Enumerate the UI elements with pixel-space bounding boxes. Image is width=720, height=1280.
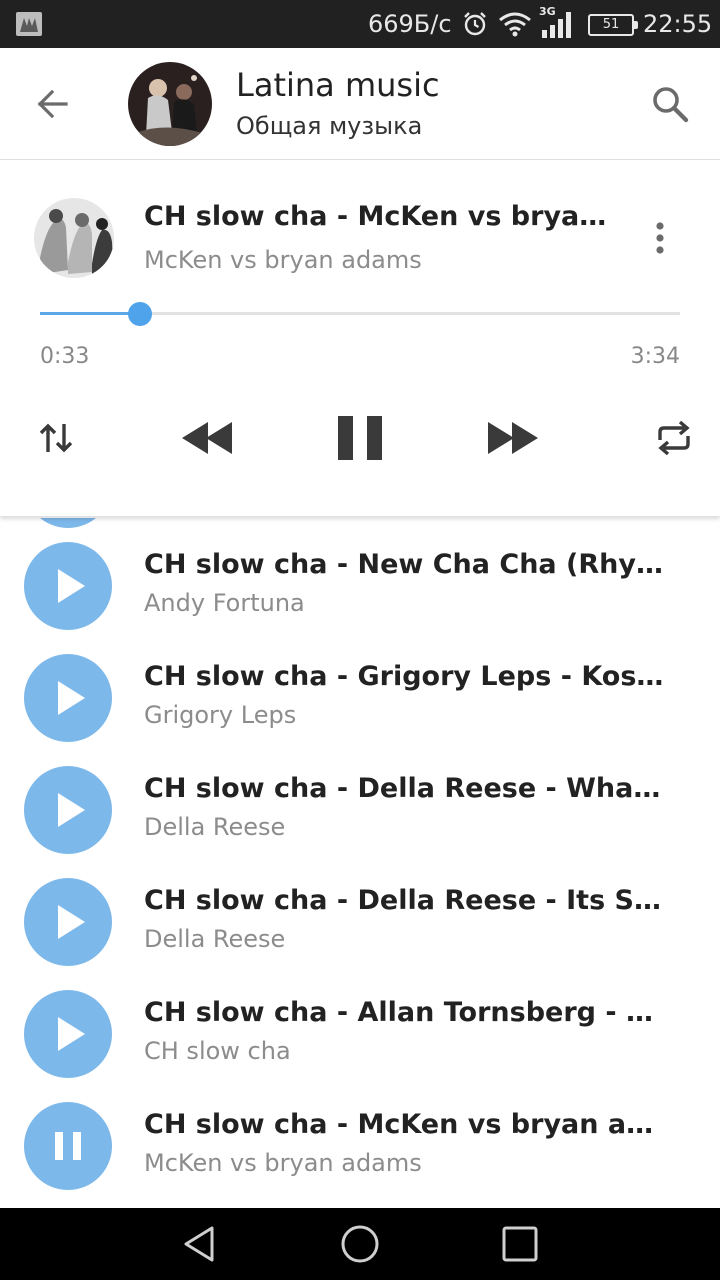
playlist-avatar [128,62,212,146]
system-nav-bar [0,1208,720,1280]
pause-icon [55,1132,81,1160]
music-player-screen: 669Б/с 3G 51 22:55 Latina music Общая му… [0,0,720,1280]
battery-icon: 51 [588,14,638,36]
seek-thumb[interactable] [127,302,152,326]
repeat-icon[interactable] [654,418,694,458]
play-icon [58,569,85,603]
signal-icon [542,12,571,38]
list-item-title: CH slow cha - McKen vs bryan adams [144,1109,664,1140]
list-item[interactable]: CH slow cha - Della Reese - Whatever Lol… [0,742,720,854]
more-vertical-icon[interactable] [640,218,680,258]
play-icon [58,1017,85,1051]
play-icon [58,905,85,939]
seek-progress [40,312,140,315]
list-item-artist: Grigory Leps [144,701,297,729]
play-button[interactable] [24,990,112,1078]
list-item[interactable]: CH slow cha - New Cha Cha (Rhythm of the… [0,518,720,630]
status-clock: 22:55 [643,10,713,38]
status-bar: 669Б/с 3G 51 22:55 [0,0,720,48]
alarm-icon [464,12,486,36]
play-button[interactable] [24,878,112,966]
list-item-title: CH slow cha - New Cha Cha (Rhythm of the… [144,549,664,580]
current-time: 0:33 [40,344,90,369]
list-item-title: CH slow cha - Grigory Leps - Koshki [144,661,664,692]
shuffle-icon[interactable] [36,418,76,458]
now-playing-panel: CH slow cha - McKen vs bryan adams McKen… [0,162,720,516]
track-list[interactable]: CH slow cha - New Cha Cha (Rhythm of the… [0,518,720,1208]
wifi-icon [499,12,531,37]
list-item-title: CH slow cha - Allan Tornsberg - Cha Cha [144,997,664,1028]
list-item-artist: Della Reese [144,813,286,841]
search-icon[interactable] [648,82,692,126]
album-cover [34,198,114,278]
battery-level: 51 [602,17,620,32]
list-item[interactable]: CH slow cha - Grigory Leps - Koshki Grig… [0,630,720,742]
play-icon [58,793,85,827]
pause-button[interactable] [24,1102,112,1190]
back-arrow-icon[interactable] [32,84,72,124]
play-button[interactable] [24,542,112,630]
seek-bar[interactable] [40,302,680,326]
rewind-icon[interactable] [180,418,234,458]
app-header: Latina music Общая музыка [0,48,720,160]
list-item-artist: Della Reese [144,925,286,953]
home-circle-icon[interactable] [340,1224,380,1264]
back-triangle-icon[interactable] [180,1224,220,1264]
playlist-title: Latina music [236,66,440,104]
now-playing-artist: McKen vs bryan adams [144,246,422,274]
list-item-title: CH slow cha - Della Reese - Whatever Lol… [144,773,664,804]
list-item[interactable]: CH slow cha - Allan Tornsberg - Cha Cha … [0,966,720,1078]
app-icon [16,12,42,36]
play-button[interactable] [24,766,112,854]
list-item-title: CH slow cha - Della Reese - Its So Nice [144,885,664,916]
recents-square-icon[interactable] [500,1224,540,1264]
list-item-artist: CH slow cha [144,1037,291,1065]
list-item-now-playing[interactable]: CH slow cha - McKen vs bryan adams McKen… [0,1078,720,1190]
playlist-subtitle: Общая музыка [236,112,423,140]
fast-forward-icon[interactable] [486,418,540,458]
pause-icon[interactable] [334,412,386,464]
play-button[interactable] [24,654,112,742]
network-speed: 669Б/с [368,10,452,38]
list-item[interactable]: CH slow cha - Della Reese - Its So Nice … [0,854,720,966]
total-time: 3:34 [630,344,680,369]
now-playing-title: CH slow cha - McKen vs bryan adams [144,201,614,232]
list-item-artist: McKen vs bryan adams [144,1149,422,1177]
play-icon [58,681,85,715]
list-item-artist: Andy Fortuna [144,589,305,617]
